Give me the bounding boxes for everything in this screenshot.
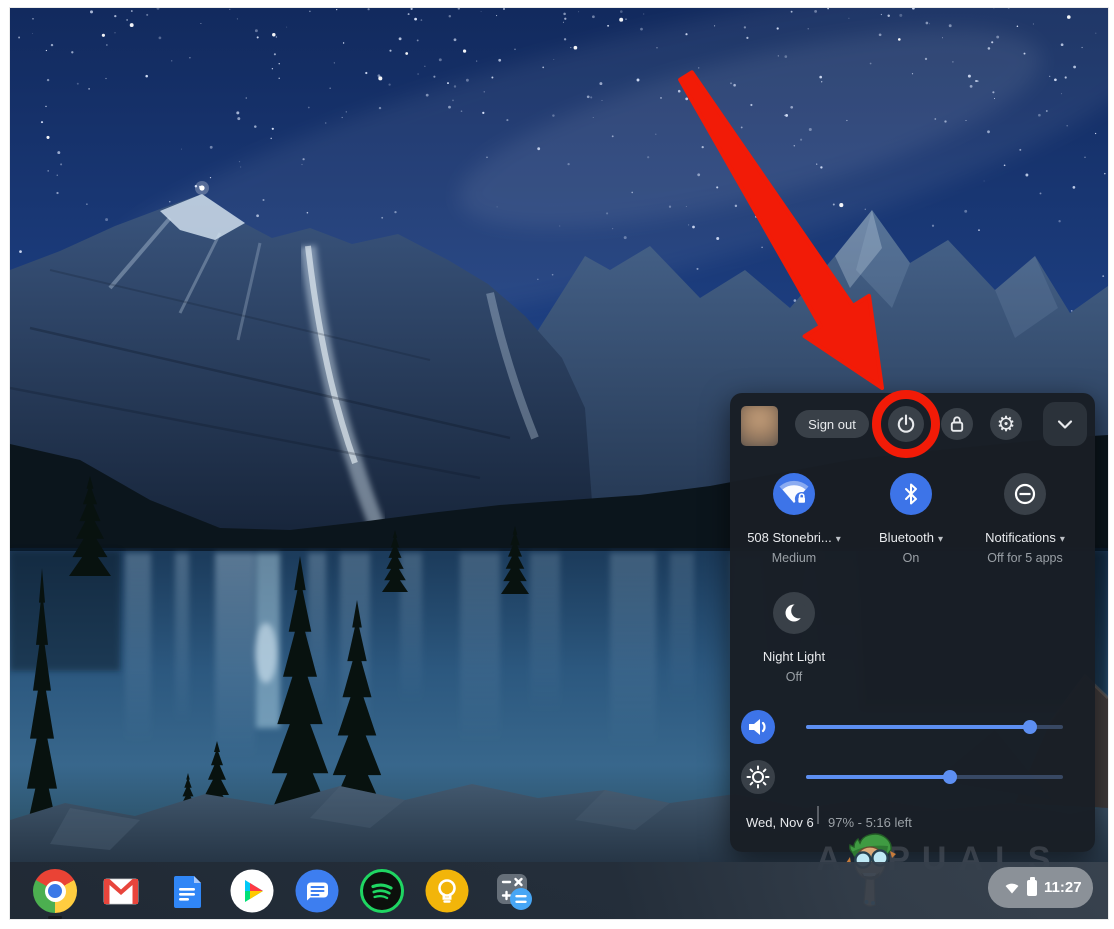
screenshot-frame: Sign out ⚙ <box>0 0 1114 929</box>
bluetooth-icon <box>897 480 925 508</box>
clock-label: 11:27 <box>1044 879 1082 896</box>
date-label[interactable]: Wed, Nov 6 <box>746 815 814 830</box>
shelf-app-gmail[interactable] <box>99 869 143 913</box>
gmail-icon <box>99 869 143 913</box>
battery-status-label[interactable]: 97% - 5:16 left <box>828 815 912 830</box>
chromeos-desktop: Sign out ⚙ <box>10 8 1108 919</box>
quick-settings-panel: Sign out ⚙ <box>730 393 1095 852</box>
network-label[interactable]: 508 Stonebri...▾ <box>735 530 853 545</box>
brightness-slider[interactable] <box>806 775 1063 779</box>
brightness-thumb[interactable] <box>943 770 957 784</box>
shelf-app-chrome[interactable] <box>33 869 77 913</box>
volume-icon <box>741 710 775 744</box>
spotify-icon <box>360 869 404 913</box>
shelf-app-spotify[interactable] <box>360 869 404 913</box>
network-status: Medium <box>735 551 853 565</box>
sign-out-button[interactable]: Sign out <box>795 410 869 438</box>
volume-button[interactable] <box>741 710 775 744</box>
power-button[interactable] <box>888 406 924 442</box>
chevron-down-icon <box>1054 413 1076 435</box>
caret-down-icon: ▾ <box>836 534 841 545</box>
play-store-icon <box>230 869 274 913</box>
calculator-icon <box>491 869 535 913</box>
lock-button[interactable] <box>941 408 973 440</box>
night-light-pod[interactable] <box>735 592 853 634</box>
night-light-icon <box>773 592 815 634</box>
shelf-app-docs[interactable] <box>165 869 209 913</box>
network-pod[interactable] <box>735 473 853 515</box>
bluetooth-pod[interactable] <box>852 473 970 515</box>
do-not-disturb-icon <box>1004 473 1046 515</box>
night-light-label: Night Light <box>735 649 853 664</box>
wifi-icon <box>773 473 815 515</box>
power-icon <box>894 412 918 436</box>
caret-down-icon: ▾ <box>1060 534 1065 545</box>
shelf-app-keep[interactable] <box>425 869 469 913</box>
collapse-button[interactable] <box>1043 402 1087 446</box>
volume-slider[interactable] <box>806 725 1063 729</box>
notifications-pod[interactable] <box>966 473 1084 515</box>
chrome-icon <box>33 869 77 913</box>
docs-icon <box>165 869 209 913</box>
brightness-button[interactable] <box>741 760 775 794</box>
messages-icon <box>295 869 339 913</box>
gear-icon: ⚙ <box>997 414 1016 435</box>
active-app-indicator <box>48 916 62 919</box>
avatar[interactable] <box>741 406 778 446</box>
shelf-app-play-store[interactable] <box>230 869 274 913</box>
lock-icon <box>945 412 969 436</box>
volume-thumb[interactable] <box>1023 720 1037 734</box>
bluetooth-status: On <box>852 551 970 565</box>
shelf: 11:27 <box>10 862 1108 919</box>
night-light-status: Off <box>735 670 853 684</box>
brightness-icon <box>741 760 775 794</box>
settings-button[interactable]: ⚙ <box>990 408 1022 440</box>
bluetooth-label[interactable]: Bluetooth▾ <box>852 530 970 545</box>
battery-icon <box>1027 880 1037 896</box>
shelf-app-messages[interactable] <box>295 869 339 913</box>
notifications-status: Off for 5 apps <box>966 551 1084 565</box>
keep-lightbulb-icon <box>425 869 469 913</box>
notifications-label[interactable]: Notifications▾ <box>966 530 1084 545</box>
footer-divider <box>817 806 819 824</box>
status-tray[interactable]: 11:27 <box>988 867 1093 908</box>
caret-down-icon: ▾ <box>938 534 943 545</box>
shelf-app-calculator[interactable] <box>491 869 535 913</box>
wifi-status-icon <box>1004 881 1020 895</box>
